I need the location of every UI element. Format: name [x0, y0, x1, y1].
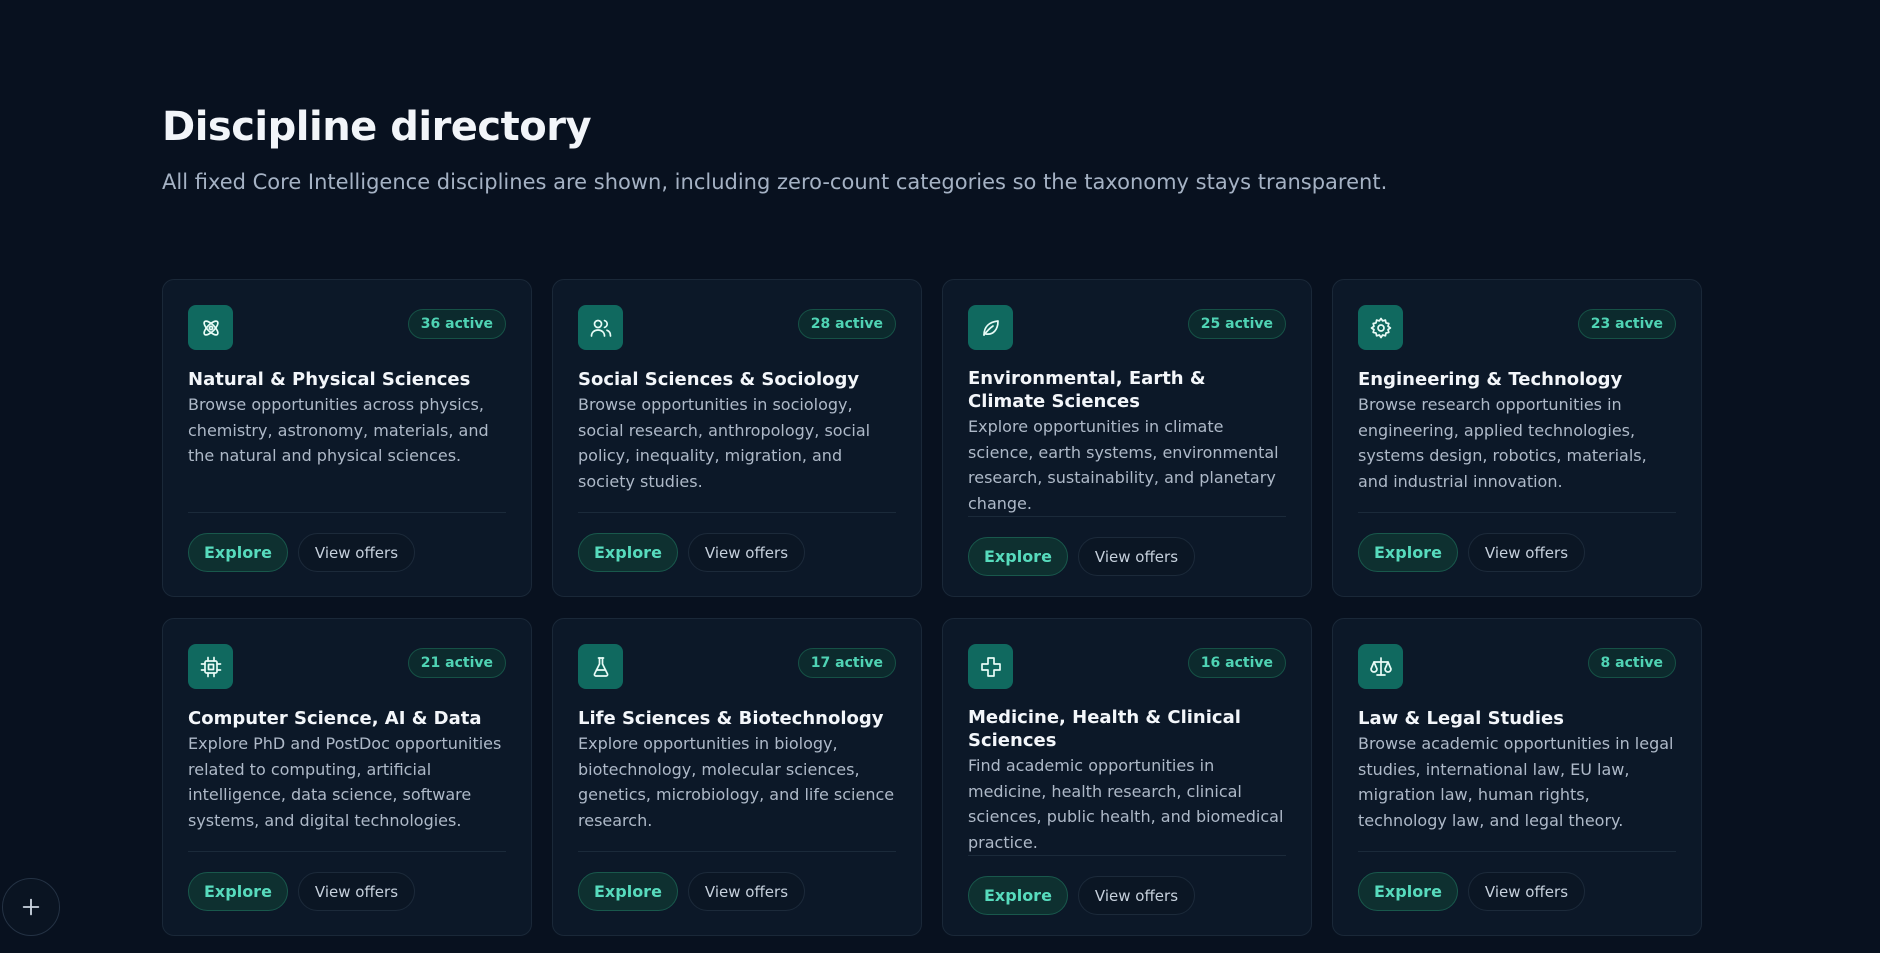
active-count-badge: 21 active — [407, 648, 506, 678]
discipline-grid: 36 active Natural & Physical Sciences Brow… — [162, 279, 1702, 936]
discipline-card: 16 active Medicine, Health & Clinical Sci… — [942, 618, 1312, 936]
card-header: 8 active — [1358, 644, 1676, 690]
add-button[interactable] — [2, 878, 60, 936]
leaf-icon — [968, 305, 1013, 350]
explore-button[interactable]: Explore — [1358, 533, 1458, 572]
atom-icon — [188, 305, 233, 350]
card-header: 25 active — [968, 305, 1286, 350]
explore-button[interactable]: Explore — [188, 533, 288, 572]
users-icon — [578, 305, 623, 350]
explore-button[interactable]: Explore — [578, 872, 678, 911]
active-count-badge: 36 active — [407, 309, 506, 339]
card-actions: Explore View offers — [968, 516, 1286, 576]
card-description: Explore opportunities in biology, biotec… — [578, 734, 895, 830]
active-count-badge: 25 active — [1187, 309, 1286, 339]
view-offers-button[interactable]: View offers — [297, 533, 416, 572]
gear-icon — [1358, 305, 1403, 350]
card-description: Explore PhD and PostDoc opportunities re… — [188, 734, 502, 830]
flask-icon — [578, 644, 623, 689]
cpu-icon — [188, 644, 233, 689]
card-title: Computer Science, AI & Data — [188, 708, 482, 729]
card-description: Browse research opportunities in enginee… — [1358, 395, 1647, 491]
view-offers-button[interactable]: View offers — [1467, 533, 1586, 572]
card-actions: Explore View offers — [1358, 512, 1676, 572]
active-count-badge: 16 active — [1187, 648, 1286, 678]
card-actions: Explore View offers — [578, 512, 896, 572]
card-actions: Explore View offers — [188, 512, 506, 572]
page-header: Discipline directory All fixed Core Inte… — [162, 104, 1387, 194]
view-offers-button[interactable]: View offers — [687, 872, 806, 911]
explore-button[interactable]: Explore — [188, 872, 288, 911]
discipline-card: 23 active Engineering & Technology Browse … — [1332, 279, 1702, 597]
scales-icon — [1358, 644, 1403, 689]
card-header: 23 active — [1358, 305, 1676, 351]
card-title: Law & Legal Studies — [1358, 708, 1564, 729]
discipline-card: 36 active Natural & Physical Sciences Brow… — [162, 279, 532, 597]
card-header: 36 active — [188, 305, 506, 351]
card-title: Natural & Physical Sciences — [188, 369, 471, 390]
explore-button[interactable]: Explore — [1358, 872, 1458, 911]
discipline-card: 28 active Social Sciences & Sociology Brow… — [552, 279, 922, 597]
card-header: 17 active — [578, 644, 896, 690]
card-title: Life Sciences & Biotechnology — [578, 708, 884, 729]
discipline-card: 17 active Life Sciences & Biotechnology Ex… — [552, 618, 922, 936]
explore-button[interactable]: Explore — [968, 876, 1068, 915]
card-title: Environmental, Earth & Climate Sciences — [968, 368, 1206, 412]
view-offers-button[interactable]: View offers — [1077, 876, 1196, 915]
card-header: 28 active — [578, 305, 896, 351]
card-actions: Explore View offers — [188, 851, 506, 911]
active-count-badge: 17 active — [797, 648, 896, 678]
page-subtitle: All fixed Core Intelligence disciplines … — [162, 170, 1388, 194]
explore-button[interactable]: Explore — [578, 533, 678, 572]
card-actions: Explore View offers — [968, 855, 1286, 915]
card-description: Browse opportunities across physics, che… — [188, 395, 489, 465]
discipline-card: 8 active Law & Legal Studies Browse academ… — [1332, 618, 1702, 936]
card-description: Find academic opportunities in medicine,… — [968, 756, 1284, 852]
medical-cross-icon — [968, 644, 1013, 689]
card-header: 21 active — [188, 644, 506, 690]
view-offers-button[interactable]: View offers — [1077, 537, 1196, 576]
discipline-card: 21 active Computer Science, AI & Data Expl… — [162, 618, 532, 936]
card-description: Explore opportunities in climate science… — [968, 417, 1279, 513]
card-actions: Explore View offers — [578, 851, 896, 911]
explore-button[interactable]: Explore — [968, 537, 1068, 576]
card-description: Browse opportunities in sociology, socia… — [578, 395, 871, 491]
discipline-card: 25 active Environmental, Earth & Climate … — [942, 279, 1312, 597]
card-description: Browse academic opportunities in legal s… — [1358, 734, 1674, 830]
card-title: Social Sciences & Sociology — [578, 369, 860, 390]
active-count-badge: 8 active — [1587, 648, 1676, 678]
view-offers-button[interactable]: View offers — [1467, 872, 1586, 911]
page: Discipline directory All fixed Core Inte… — [0, 0, 1880, 953]
page-title: Discipline directory — [162, 104, 592, 150]
card-actions: Explore View offers — [1358, 851, 1676, 911]
active-count-badge: 23 active — [1577, 309, 1676, 339]
view-offers-button[interactable]: View offers — [687, 533, 806, 572]
card-header: 16 active — [968, 644, 1286, 689]
card-title: Medicine, Health & Clinical Sciences — [968, 707, 1241, 751]
card-title: Engineering & Technology — [1358, 369, 1623, 390]
plus-icon — [22, 898, 40, 916]
view-offers-button[interactable]: View offers — [297, 872, 416, 911]
active-count-badge: 28 active — [797, 309, 896, 339]
